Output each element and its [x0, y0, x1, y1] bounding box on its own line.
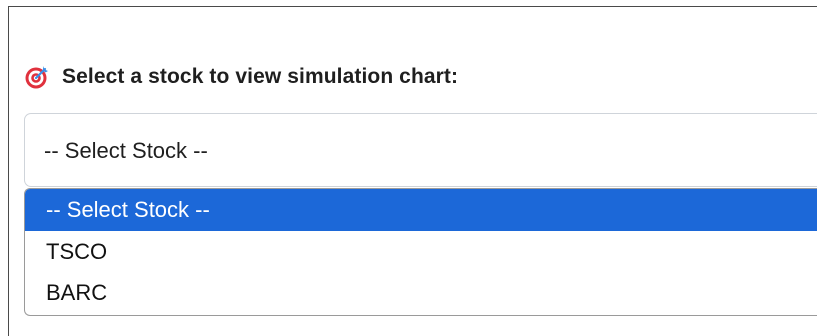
stock-select-value: -- Select Stock -- [44, 138, 208, 163]
prompt-label: Select a stock to view simulation chart: [62, 65, 459, 88]
prompt-row: Select a stock to view simulation chart: [24, 62, 458, 92]
stock-select[interactable]: -- Select Stock -- [24, 113, 817, 187]
stock-dropdown-list: -- Select Stock -- TSCO BARC [24, 188, 817, 316]
target-icon [24, 64, 50, 90]
option-tsco[interactable]: TSCO [25, 231, 817, 272]
option-select-stock[interactable]: -- Select Stock -- [25, 189, 817, 231]
option-barc[interactable]: BARC [25, 272, 817, 313]
